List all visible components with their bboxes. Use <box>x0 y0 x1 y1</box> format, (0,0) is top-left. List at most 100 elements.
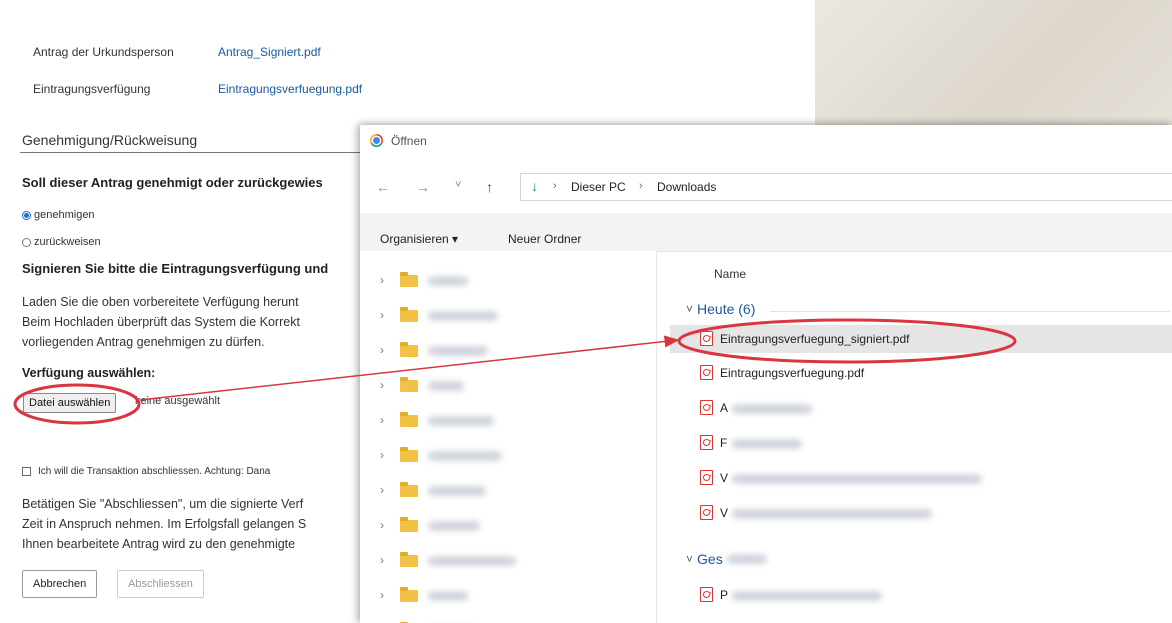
file-row[interactable]: Eintragungsverfuegung_signiert.pdf <box>670 325 1172 353</box>
tree-folder[interactable]: › <box>360 512 656 540</box>
expand-chevron-icon[interactable]: › <box>380 308 384 322</box>
tree-folder[interactable]: › <box>360 547 656 575</box>
approval-form: Antrag der Urkundsperson Antrag_Signiert… <box>0 0 365 623</box>
finish-button[interactable]: Abschliessen <box>117 570 204 598</box>
group-yesterday[interactable]: ˅ Ges <box>686 551 767 567</box>
registration-order-pdf-link[interactable]: Eintragungsverfuegung.pdf <box>218 82 362 96</box>
radio-reject-row[interactable]: zurückweisen <box>22 236 101 248</box>
group-yesterday-label: Ges <box>697 551 723 567</box>
tree-folder[interactable]: › <box>360 582 656 610</box>
expand-chevron-icon[interactable]: › <box>380 273 384 287</box>
folder-icon <box>400 447 418 462</box>
address-bar[interactable]: ↓ › Dieser PC › Downloads <box>520 173 1172 201</box>
file-row[interactable]: V <box>670 464 1172 492</box>
new-folder-button[interactable]: Neuer Ordner <box>508 232 581 246</box>
organize-menu[interactable]: Organisieren ▾ <box>380 232 458 246</box>
applicant-label: Antrag der Urkundsperson <box>33 45 174 59</box>
folder-icon <box>400 377 418 392</box>
blurred-folder-name <box>428 346 488 356</box>
choose-file-button[interactable]: Datei auswählen <box>23 393 117 413</box>
tree-folder[interactable]: › <box>360 337 656 365</box>
open-file-dialog: Öffnen ← → ˅ ↑ ↓ › Dieser PC › Downloads… <box>360 125 1172 623</box>
radio-approve-label: genehmigen <box>34 209 95 221</box>
file-row[interactable]: P <box>670 581 1172 609</box>
folder-icon <box>400 272 418 287</box>
file-row[interactable]: Eintragungsverfuegung.pdf <box>670 359 1172 387</box>
file-name: P <box>720 588 729 602</box>
blurred-folder-name <box>428 381 464 391</box>
group-divider <box>770 311 1170 312</box>
approval-question: Soll dieser Antrag genehmigt oder zurück… <box>22 175 323 190</box>
pdf-icon <box>700 435 713 450</box>
folder-icon <box>400 412 418 427</box>
expand-chevron-icon[interactable]: › <box>380 413 384 427</box>
forward-arrow-icon[interactable]: → <box>416 179 430 195</box>
group-today[interactable]: ˅ Heute (6) <box>686 301 755 317</box>
finish-confirm-label: Ich will die Transaktion abschliessen. A… <box>38 466 271 477</box>
section-divider <box>20 152 365 153</box>
tree-folder[interactable]: › <box>360 302 656 330</box>
up-arrow-icon[interactable]: ↑ <box>486 179 493 195</box>
pdf-icon <box>700 365 713 380</box>
column-header-name[interactable]: Name <box>714 267 746 281</box>
instructions-line: Beim Hochladen überprüft das System die … <box>22 315 300 329</box>
cancel-button[interactable]: Abbrechen <box>22 570 98 598</box>
breadcrumb-downloads[interactable]: Downloads <box>657 180 716 194</box>
finish-confirm-checkbox[interactable] <box>22 467 31 476</box>
tree-folder[interactable]: › <box>360 442 656 470</box>
chrome-icon <box>370 134 383 147</box>
tree-folder[interactable]: › <box>360 372 656 400</box>
radio-reject-label: zurückweisen <box>34 236 101 248</box>
instructions-paragraph: Laden Sie die oben vorbereitete Verfügun… <box>22 292 300 352</box>
blurred-file-name <box>732 439 802 449</box>
tree-folder[interactable]: › <box>360 477 656 505</box>
collapse-chevron-icon[interactable]: ˅ <box>686 302 693 316</box>
blurred-file-name <box>732 591 882 601</box>
file-row[interactable]: F <box>670 429 1172 457</box>
breadcrumb-this-pc[interactable]: Dieser PC <box>571 180 626 194</box>
recent-locations-chevron-icon[interactable]: ˅ <box>455 179 461 191</box>
tree-folder[interactable]: › <box>360 407 656 435</box>
blurred-folder-name <box>428 416 494 426</box>
blurred-folder-name <box>428 486 486 496</box>
blurred-group-name <box>726 554 767 564</box>
section-title: Genehmigung/Rückweisung <box>22 132 198 148</box>
expand-chevron-icon[interactable]: › <box>380 553 384 567</box>
expand-chevron-icon[interactable]: › <box>380 518 384 532</box>
file-row[interactable]: V <box>670 499 1172 527</box>
folder-icon <box>400 587 418 602</box>
finish-line: Zeit in Anspruch nehmen. Im Erfolgsfall … <box>22 517 307 531</box>
expand-chevron-icon[interactable]: › <box>380 483 384 497</box>
group-today-label: Heute (6) <box>697 301 756 317</box>
expand-chevron-icon[interactable]: › <box>380 448 384 462</box>
radio-approve-row[interactable]: genehmigen <box>22 209 95 221</box>
download-icon: ↓ <box>531 178 538 194</box>
pdf-icon <box>700 331 713 346</box>
radio-reject[interactable] <box>22 237 31 247</box>
blurred-folder-name <box>428 276 468 286</box>
blurred-file-name <box>732 474 982 484</box>
expand-chevron-icon[interactable]: › <box>380 588 384 602</box>
file-name: Eintragungsverfuegung_signiert.pdf <box>720 332 910 346</box>
pdf-icon <box>700 470 713 485</box>
radio-approve[interactable] <box>22 210 31 220</box>
file-row[interactable]: A <box>670 394 1172 422</box>
finish-confirm-row[interactable]: Ich will die Transaktion abschliessen. A… <box>22 466 270 477</box>
blurred-folder-name <box>428 591 468 601</box>
applicant-pdf-link[interactable]: Antrag_Signiert.pdf <box>218 45 321 59</box>
tree-folder[interactable]: › <box>360 617 656 623</box>
dialog-titlebar: Öffnen <box>360 125 1172 157</box>
file-name: A <box>720 401 729 415</box>
file-name: F <box>720 436 728 450</box>
folder-icon <box>400 517 418 532</box>
select-order-label: Verfügung auswählen: <box>22 366 156 380</box>
collapse-chevron-icon[interactable]: ˅ <box>686 552 693 566</box>
navigation-tree: › › › › › › › › › › <box>360 251 657 623</box>
tree-folder[interactable]: › <box>360 267 656 295</box>
blurred-folder-name <box>428 521 480 531</box>
instructions-line: Laden Sie die oben vorbereitete Verfügun… <box>22 295 299 309</box>
expand-chevron-icon[interactable]: › <box>380 343 384 357</box>
expand-chevron-icon[interactable]: › <box>380 378 384 392</box>
blurred-folder-name <box>428 451 502 461</box>
back-arrow-icon[interactable]: ← <box>376 179 390 195</box>
